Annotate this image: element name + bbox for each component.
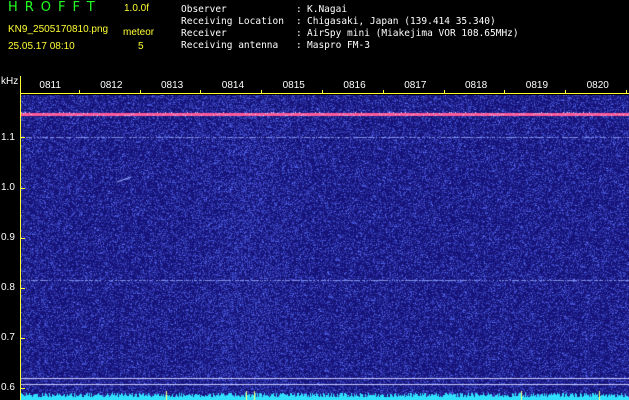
y-tick-label: 0.8: [1, 281, 15, 293]
x-tick-mark: [565, 90, 566, 94]
x-tick-label: 0816: [343, 80, 366, 91]
receiver-value: AirSpy mini (Miakejima VOR 108.65MHz): [307, 28, 519, 39]
x-tick-mark: [200, 90, 201, 94]
x-tick-label: 0817: [404, 80, 427, 91]
x-tick-label: 0811: [39, 80, 61, 91]
y-tick-mark: [20, 188, 25, 189]
x-tick-label: 0812: [100, 80, 123, 91]
x-tick-mark: [79, 90, 80, 94]
y-tick-mark: [20, 388, 25, 389]
x-tick-mark: [261, 90, 262, 94]
x-tick-label: 0820: [586, 80, 609, 91]
x-tick-mark: [444, 90, 445, 94]
x-tick-label: 0814: [221, 80, 245, 91]
x-tick-mark: [140, 90, 141, 94]
y-tick-mark: [20, 288, 25, 289]
x-tick-mark: [504, 90, 505, 94]
location-value: Chigasaki, Japan (139.414 35.340): [307, 16, 496, 27]
x-tick-label: 0818: [465, 80, 488, 91]
spectrogram-waterfall: [21, 95, 629, 400]
location-separator: :: [296, 16, 302, 27]
y-tick-mark: [20, 137, 25, 138]
y-tick-label: 1.1: [1, 131, 15, 143]
y-tick-label: 0.9: [1, 231, 15, 243]
mode-label: meteor: [123, 27, 155, 38]
x-tick-label: 0819: [525, 80, 549, 91]
x-tick-label: 0815: [282, 80, 305, 91]
app-title: HROFFT: [8, 0, 102, 15]
capture-timestamp: 25.05.17 08:10: [8, 41, 75, 52]
y-tick-label: 0.6: [1, 381, 15, 393]
x-tick-label: 0813: [161, 80, 184, 91]
y-tick-label: 0.7: [1, 331, 15, 343]
antenna-label: Receiving antenna: [181, 40, 279, 51]
x-tick-mark: [383, 90, 384, 94]
antenna-separator: :: [296, 40, 302, 51]
hrofft-screen: HROFFT 1.0.0f KN9_2505170810.png meteor …: [0, 0, 629, 400]
y-tick-mark: [20, 238, 25, 239]
observer-value: K.Nagai: [307, 4, 348, 15]
receiver-separator: :: [296, 28, 302, 39]
y-tick-label: 1.0: [1, 181, 15, 193]
mode-value: 5: [138, 41, 144, 52]
observer-label: Observer: [181, 4, 227, 15]
image-filename: KN9_2505170810.png: [8, 24, 109, 35]
observer-separator: :: [296, 4, 302, 15]
receiver-label: Receiver: [181, 28, 227, 39]
antenna-value: Maspro FM-3: [307, 40, 370, 51]
y-axis-unit-label: kHz: [1, 76, 19, 87]
x-tick-mark: [322, 90, 323, 94]
plot-top-rule: [21, 93, 629, 94]
location-label: Receiving Location: [181, 16, 284, 27]
x-tick-mark: [626, 90, 627, 94]
app-version: 1.0.0f: [124, 3, 150, 14]
y-tick-mark: [20, 338, 25, 339]
